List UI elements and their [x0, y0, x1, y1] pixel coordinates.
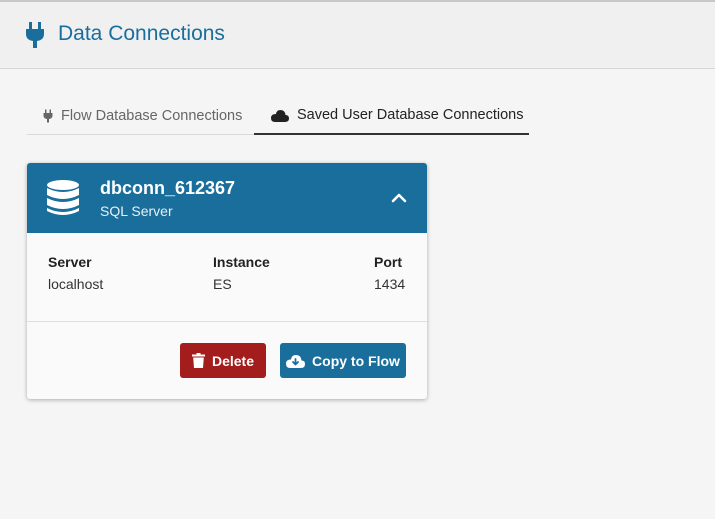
plug-icon: [43, 109, 53, 123]
server-label: Server: [48, 254, 92, 270]
copy-to-flow-label: Copy to Flow: [312, 352, 400, 369]
tab-label: Saved User Database Connections: [297, 107, 524, 123]
database-icon: [47, 180, 79, 215]
card-divider: [27, 321, 427, 322]
tab-flow-database-connections[interactable]: Flow Database Connections: [27, 97, 254, 135]
page-title: Data Connections: [58, 22, 225, 45]
chevron-up-icon[interactable]: [391, 190, 407, 204]
instance-label: Instance: [213, 254, 270, 270]
plug-icon: [26, 22, 44, 48]
tab-label: Flow Database Connections: [61, 108, 243, 124]
connection-card: dbconn_612367 SQL Server Server localhos…: [27, 163, 427, 399]
copy-to-flow-button[interactable]: Copy to Flow: [280, 343, 406, 378]
port-value: 1434: [374, 276, 406, 292]
cloud-download-icon: [286, 354, 306, 368]
connection-name: dbconn_612367: [100, 178, 236, 198]
trash-icon: [191, 353, 205, 368]
server-value: localhost: [48, 276, 104, 292]
cloud-icon: [271, 109, 289, 122]
tab-bar: Flow Database Connections Saved User Dat…: [27, 97, 529, 135]
connection-card-header[interactable]: dbconn_612367 SQL Server: [27, 163, 427, 233]
tab-saved-user-database-connections[interactable]: Saved User Database Connections: [254, 97, 529, 135]
page-header: Data Connections: [0, 0, 715, 69]
port-label: Port: [374, 254, 402, 270]
delete-label: Delete: [211, 352, 255, 369]
delete-button[interactable]: Delete: [180, 343, 266, 378]
connection-type: SQL Server: [100, 203, 173, 219]
instance-value: ES: [213, 276, 232, 292]
